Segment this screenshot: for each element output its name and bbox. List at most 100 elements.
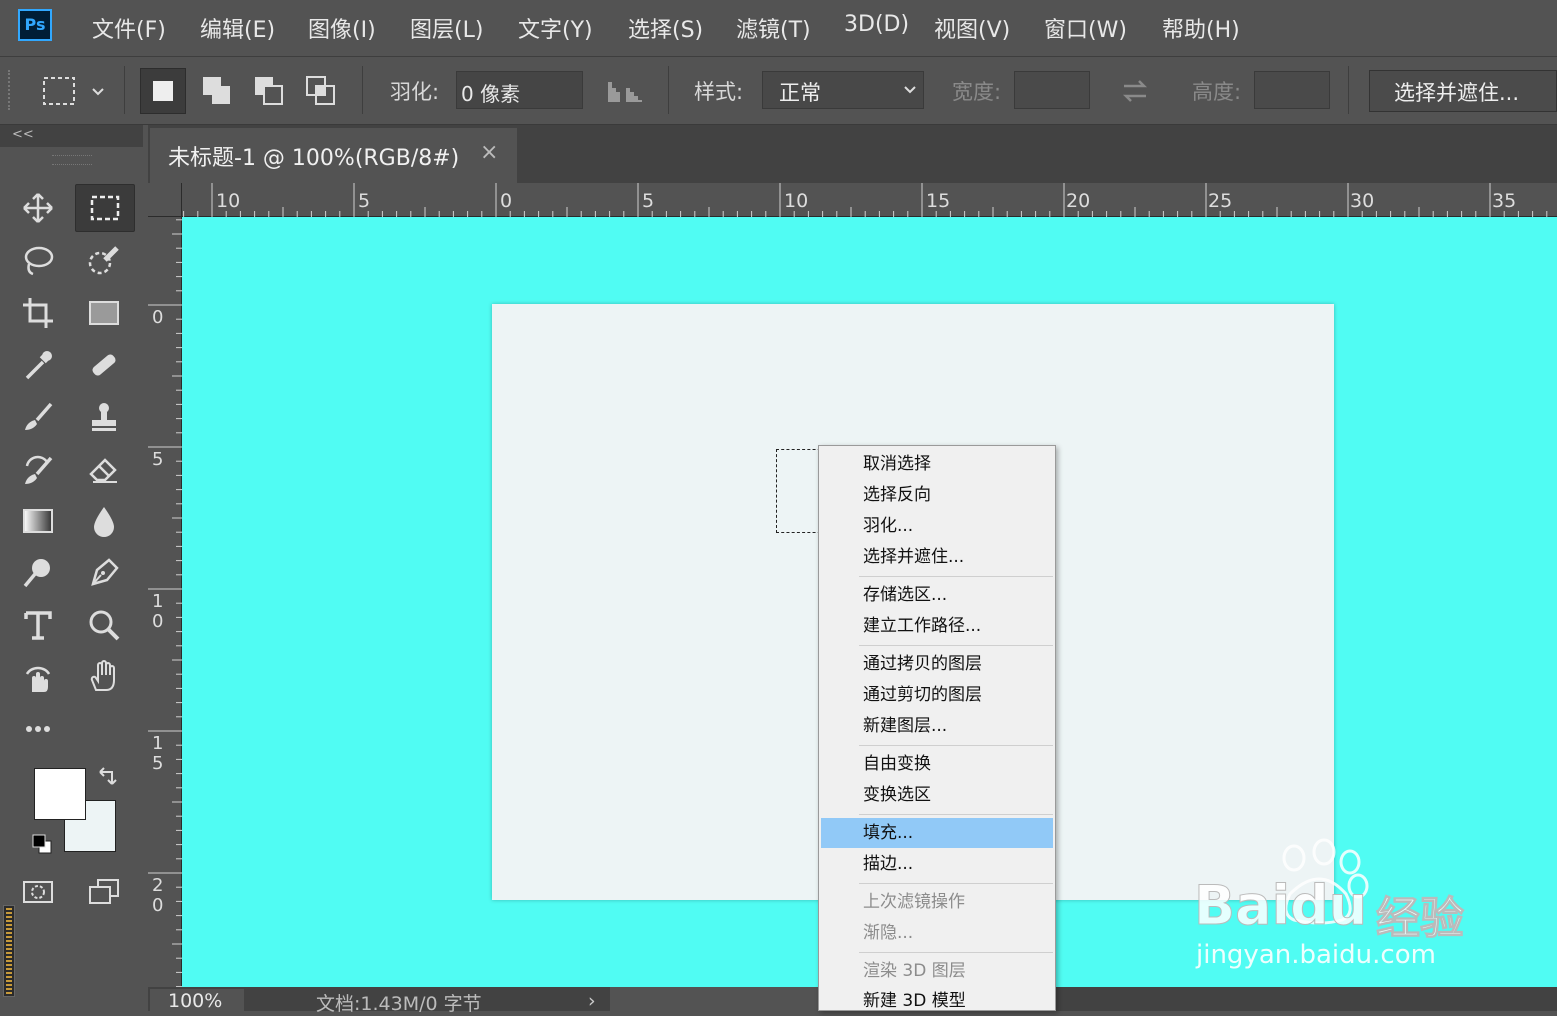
h-ruler-label: 5 [358, 190, 371, 212]
menu-separator [859, 645, 1053, 646]
width-input[interactable] [1014, 71, 1090, 109]
collapse-panel-button[interactable]: << [0, 125, 143, 147]
options-grip[interactable] [8, 70, 16, 110]
crop-icon [23, 298, 53, 328]
marquee-tool[interactable] [75, 184, 135, 232]
anti-alias-icon [608, 82, 642, 102]
eraser-tool[interactable] [80, 445, 128, 493]
hand-tool[interactable] [80, 653, 128, 701]
zoom-value: 100% [168, 990, 223, 1012]
menu-item-free-transform[interactable]: 自由变换 [821, 749, 1053, 779]
default-colors-button[interactable] [30, 832, 54, 856]
height-input[interactable] [1254, 71, 1330, 109]
chevron-down-icon [904, 86, 916, 94]
gradient-tool[interactable] [14, 497, 62, 545]
anti-alias-toggle[interactable] [604, 76, 648, 106]
screen-mode-button[interactable] [80, 868, 128, 916]
add-selection-icon [203, 77, 230, 104]
menu-item-stroke[interactable]: 描边... [821, 849, 1053, 879]
menu-file[interactable]: 文件(F) [92, 12, 166, 44]
swap-dimensions-button[interactable] [1118, 76, 1152, 106]
more-tools-button[interactable] [14, 705, 62, 753]
divider [362, 66, 363, 114]
feather-value: 0 像素 [461, 82, 521, 106]
quick-mask-icon [23, 881, 53, 903]
new-selection-button[interactable] [140, 68, 186, 114]
menu-image[interactable]: 图像(I) [308, 12, 376, 44]
h-ruler-label: 35 [1492, 190, 1517, 212]
pen-tool[interactable] [80, 549, 128, 597]
quick-mask-button[interactable] [14, 868, 62, 916]
select-and-mask-button[interactable]: 选择并遮住... [1369, 70, 1557, 112]
menu-3d[interactable]: 3D(D) [844, 12, 909, 37]
menu-item-deselect[interactable]: 取消选择 [821, 449, 1053, 479]
frame-tool[interactable] [80, 289, 128, 337]
type-tool[interactable] [14, 601, 62, 649]
swap-colors-icon [99, 767, 117, 785]
subtract-selection-icon [255, 77, 283, 105]
rotate-view-tool[interactable] [14, 653, 62, 701]
more-icon [26, 726, 50, 732]
close-tab-icon[interactable]: × [480, 140, 498, 165]
lasso-icon [24, 246, 54, 276]
tool-preset-picker[interactable] [38, 72, 110, 110]
lasso-tool[interactable] [14, 237, 62, 285]
menu-item-new-layer[interactable]: 新建图层... [821, 711, 1053, 741]
brush-icon [25, 402, 53, 430]
divider [668, 66, 669, 114]
default-colors-icon [32, 834, 52, 854]
height-label: 高度: [1192, 80, 1242, 104]
status-menu-arrow[interactable]: › [588, 990, 596, 1012]
subtract-selection-button[interactable] [247, 68, 293, 114]
zoom-field[interactable]: 100% [150, 989, 244, 1012]
menu-filter[interactable]: 滤镜(T) [736, 12, 811, 44]
menu-item-transform-selection[interactable]: 变换选区 [821, 780, 1053, 810]
h-ruler-label: 0 [500, 190, 513, 212]
feather-input[interactable]: 0 像素 [456, 71, 583, 109]
brush-tool[interactable] [14, 393, 62, 441]
menu-help[interactable]: 帮助(H) [1162, 12, 1240, 44]
add-to-selection-button[interactable] [195, 68, 241, 114]
clone-stamp-tool[interactable] [80, 393, 128, 441]
move-tool[interactable] [14, 184, 62, 232]
quick-select-tool[interactable] [80, 237, 128, 285]
menu-item-layer-via-cut[interactable]: 通过剪切的图层 [821, 680, 1053, 710]
zoom-tool[interactable] [80, 601, 128, 649]
menu-item-make-work-path[interactable]: 建立工作路径... [821, 611, 1053, 641]
h-ruler-label: 15 [926, 190, 951, 212]
menu-item-select-inverse[interactable]: 选择反向 [821, 480, 1053, 510]
panel-scrollbar[interactable] [3, 905, 15, 997]
menu-item-new-3d-model[interactable]: 新建 3D 模型 [821, 986, 1053, 1016]
panel-grip[interactable] [52, 155, 92, 165]
menu-separator [859, 883, 1053, 884]
crop-tool[interactable] [14, 289, 62, 337]
menu-window[interactable]: 窗口(W) [1044, 12, 1127, 44]
menu-item-select-and-mask[interactable]: 选择并遮住... [821, 542, 1053, 572]
swap-colors-button[interactable] [96, 764, 120, 788]
style-select[interactable]: 正常 [762, 71, 924, 109]
menu-separator [859, 952, 1053, 953]
menu-layer[interactable]: 图层(L) [410, 12, 483, 44]
photoshop-logo[interactable]: Ps [18, 9, 52, 41]
menu-type[interactable]: 文字(Y) [518, 12, 593, 44]
blur-tool[interactable] [80, 497, 128, 545]
eyedropper-tool[interactable] [14, 341, 62, 389]
history-brush-tool[interactable] [14, 445, 62, 493]
context-menu: 取消选择 选择反向 羽化... 选择并遮住... 存储选区... 建立工作路径.… [818, 445, 1056, 1011]
intersect-selection-button[interactable] [299, 68, 345, 114]
style-value: 正常 [779, 81, 821, 105]
menu-select[interactable]: 选择(S) [628, 12, 703, 44]
foreground-color-swatch[interactable] [34, 768, 86, 820]
menu-item-feather[interactable]: 羽化... [821, 511, 1053, 541]
style-label: 样式: [694, 80, 744, 104]
menu-item-save-selection[interactable]: 存储选区... [821, 580, 1053, 610]
healing-brush-tool[interactable] [80, 341, 128, 389]
menu-edit[interactable]: 编辑(E) [200, 12, 275, 44]
menu-view[interactable]: 视图(V) [934, 12, 1010, 44]
scroll-thumb[interactable] [6, 908, 12, 994]
ruler-origin[interactable] [148, 183, 182, 217]
menu-item-fill[interactable]: 填充... [821, 818, 1053, 848]
dodge-tool[interactable] [14, 549, 62, 597]
menu-item-layer-via-copy[interactable]: 通过拷贝的图层 [821, 649, 1053, 679]
h-ruler-label: 10 [784, 190, 809, 212]
